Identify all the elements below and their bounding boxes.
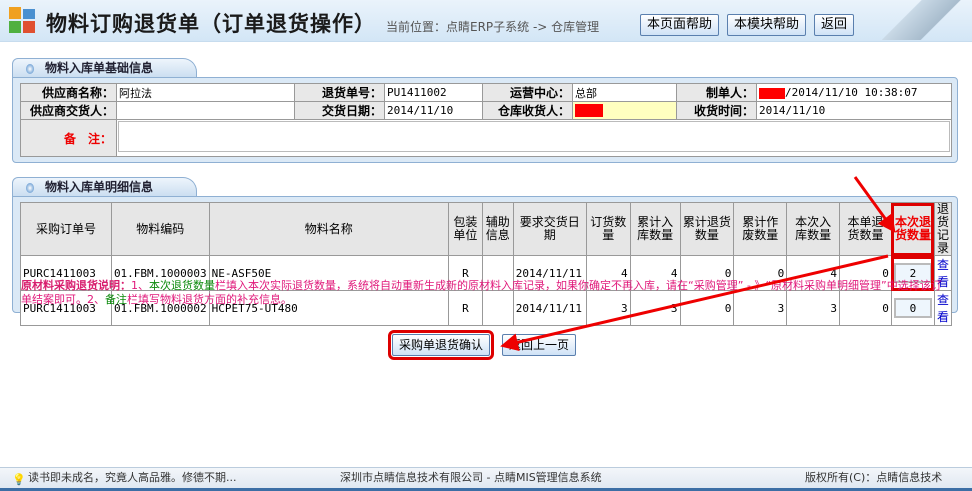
- footer-company: 深圳市点睛信息技术有限公司 - 点睛MIS管理信息系统: [340, 471, 602, 484]
- arrow-to-qty: [853, 176, 896, 233]
- footer-quote: 读书即未成名，究竟人高品雅。修德不期...: [28, 471, 237, 484]
- footer-copyright: 版权所有(C)：点睛信息技术: [805, 471, 943, 484]
- status-bar: 💡 读书即未成名，究竟人高品雅。修德不期... 深圳市点睛信息技术有限公司 - …: [0, 467, 972, 491]
- lightbulb-icon: 💡: [12, 473, 26, 486]
- arrow-to-confirm: [500, 254, 889, 352]
- annotation-arrows: [500, 176, 896, 352]
